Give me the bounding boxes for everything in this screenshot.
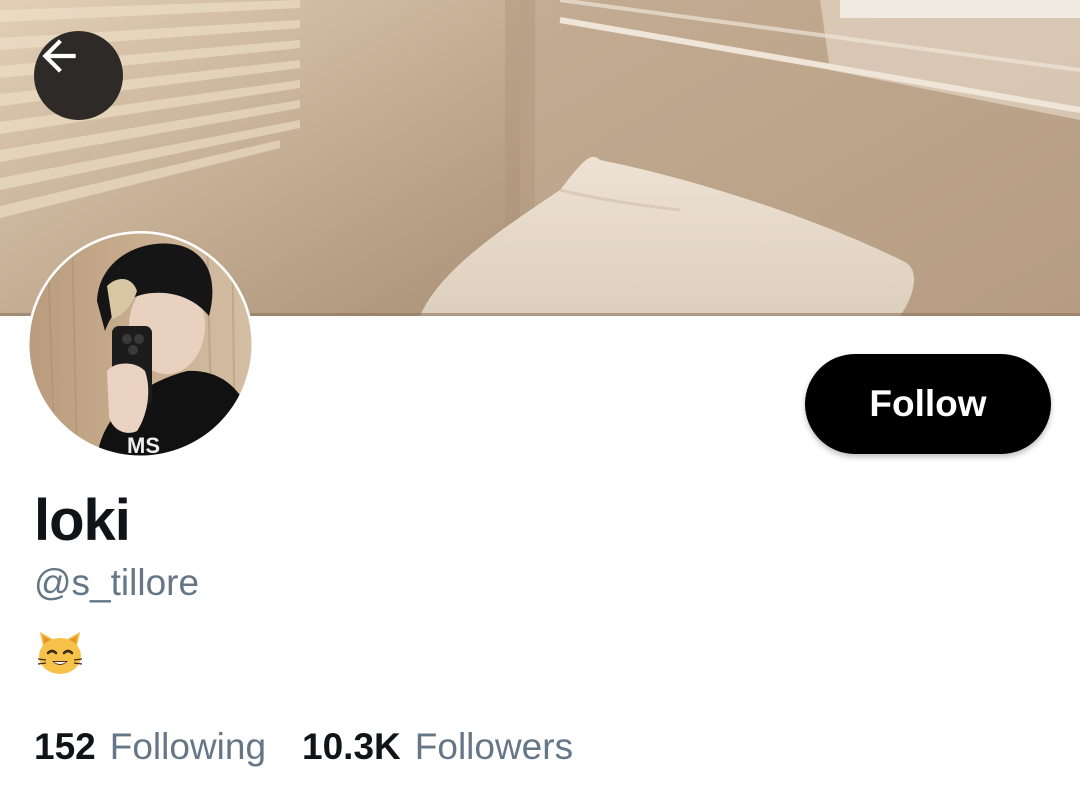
avatar[interactable]: MS	[27, 231, 254, 458]
svg-text:MS: MS	[127, 433, 160, 458]
following-label: Following	[109, 726, 267, 767]
grinning-cat-icon	[37, 632, 83, 674]
followers-count: 10.3K	[302, 726, 401, 767]
profile-page: MS Follow loki @s_tillore 152 Following …	[0, 0, 1080, 800]
followers-label: Followers	[414, 726, 574, 767]
following-link[interactable]: 152 Following	[34, 722, 266, 772]
username-handle: @s_tillore	[34, 562, 200, 603]
bio	[36, 628, 84, 676]
avatar-photo: MS	[27, 231, 254, 458]
back-button[interactable]	[34, 31, 123, 120]
profile-stats: 152 Following 10.3K Followers	[34, 722, 573, 772]
following-count: 152	[34, 726, 96, 767]
follow-button[interactable]: Follow	[805, 354, 1051, 454]
display-name: loki	[34, 488, 131, 553]
arrow-left-icon	[42, 39, 76, 73]
followers-link[interactable]: 10.3K Followers	[302, 722, 573, 772]
